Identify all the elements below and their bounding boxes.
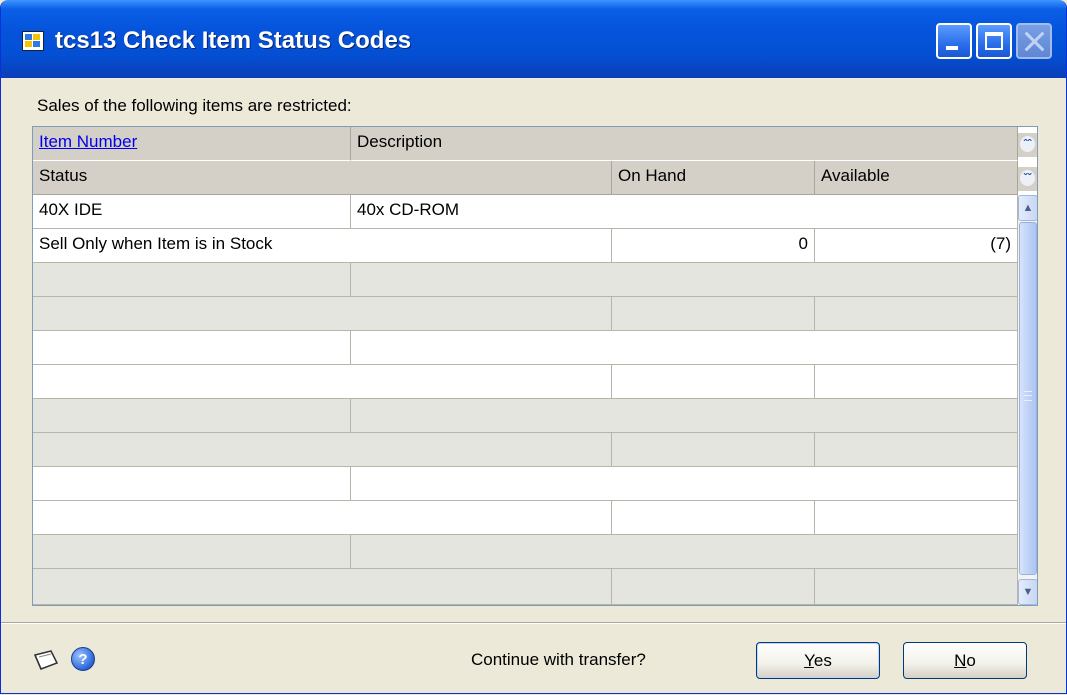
empty-cell[interactable] <box>351 263 1018 297</box>
empty-cell[interactable] <box>612 501 815 535</box>
cell-status[interactable]: Sell Only when Item is in Stock <box>33 229 612 263</box>
empty-cell[interactable] <box>33 501 612 535</box>
empty-cell[interactable] <box>33 365 612 399</box>
empty-cell[interactable] <box>612 569 815 605</box>
vertical-scrollbar[interactable]: ▲ ▼ <box>1018 195 1037 605</box>
minimize-icon <box>946 46 958 50</box>
column-header-description: Description <box>351 127 1018 161</box>
empty-cell[interactable] <box>815 569 1018 605</box>
item-number-sort-link[interactable]: Item Number <box>39 132 137 151</box>
cell-available[interactable]: (7) <box>815 229 1018 263</box>
scroll-up-button[interactable]: ▲ <box>1018 195 1037 221</box>
column-header-status: Status <box>33 161 612 195</box>
empty-cell[interactable] <box>351 467 1018 501</box>
empty-cell[interactable] <box>33 399 351 433</box>
empty-cell[interactable] <box>612 297 815 331</box>
empty-cell[interactable] <box>351 331 1018 365</box>
close-button[interactable] <box>1016 23 1052 59</box>
window-title: tcs13 Check Item Status Codes <box>55 27 412 54</box>
title-bar[interactable]: tcs13 Check Item Status Codes <box>1 0 1066 78</box>
empty-cell[interactable] <box>815 365 1018 399</box>
dialog-window: tcs13 Check Item Status Codes Sales of t… <box>0 0 1067 694</box>
collapse-rows-button[interactable]: ˇˇ <box>1018 167 1037 191</box>
window-icon <box>22 31 44 51</box>
column-header-on-hand: On Hand <box>612 161 815 195</box>
column-header-available: Available <box>815 161 1018 195</box>
no-button[interactable]: No <box>903 642 1027 679</box>
empty-cell[interactable] <box>351 399 1018 433</box>
empty-cell[interactable] <box>815 433 1018 467</box>
double-chevron-up-icon: ˆˆ <box>1020 136 1035 152</box>
note-icon[interactable] <box>31 649 61 671</box>
empty-cell[interactable] <box>612 433 815 467</box>
empty-cell[interactable] <box>33 297 612 331</box>
empty-cell[interactable] <box>33 535 351 569</box>
maximize-icon <box>985 32 1003 50</box>
empty-cell[interactable] <box>33 569 612 605</box>
help-icon[interactable]: ? <box>71 647 95 671</box>
continue-prompt: Continue with transfer? <box>471 650 646 669</box>
maximize-button[interactable] <box>976 23 1012 59</box>
minimize-button[interactable] <box>936 23 972 59</box>
cell-item-number[interactable]: 40X IDE <box>33 195 351 229</box>
chevron-up-icon: ▲ <box>1022 202 1034 214</box>
column-header-item-number[interactable]: Item Number <box>33 127 351 161</box>
empty-cell[interactable] <box>33 331 351 365</box>
empty-cell[interactable] <box>815 297 1018 331</box>
empty-cell[interactable] <box>33 263 351 297</box>
yes-button[interactable]: Yes <box>756 642 880 679</box>
empty-cell[interactable] <box>612 365 815 399</box>
restriction-message: Sales of the following items are restric… <box>37 96 352 115</box>
double-chevron-down-icon: ˇˇ <box>1020 170 1035 186</box>
chevron-down-icon: ▼ <box>1022 586 1034 598</box>
scroll-thumb[interactable] <box>1019 222 1037 575</box>
item-status-grid[interactable]: Item Number Description ˆˆ Status On Han… <box>32 126 1038 606</box>
cell-description[interactable]: 40x CD-ROM <box>351 195 1018 229</box>
grip-icon <box>1024 391 1032 401</box>
empty-cell[interactable] <box>815 501 1018 535</box>
scroll-down-button[interactable]: ▼ <box>1018 579 1037 605</box>
cell-on-hand[interactable]: 0 <box>612 229 815 263</box>
expand-rows-button[interactable]: ˆˆ <box>1018 133 1037 157</box>
empty-cell[interactable] <box>351 535 1018 569</box>
footer-separator <box>1 622 1066 624</box>
empty-cell[interactable] <box>33 467 351 501</box>
empty-cell[interactable] <box>33 433 612 467</box>
